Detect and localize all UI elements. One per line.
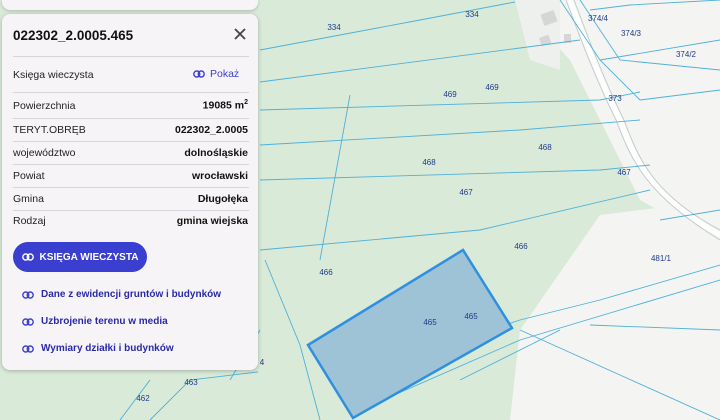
link-icon [22, 317, 34, 326]
row-label-teryt: TERYT.OBRĘB [13, 124, 86, 136]
parcel-number-label: 468 [422, 158, 436, 167]
parcel-number-label: 469 [443, 90, 457, 99]
area-unit-sup: 2 [244, 99, 248, 106]
link-label: Wymiary działki i budynków [41, 343, 174, 354]
row-value-county: wrocławski [191, 170, 248, 182]
link-icon [21, 253, 34, 261]
parcel-info-panel: 022302_2.0005.465 Księga wieczysta Pokaż… [2, 14, 258, 370]
show-link-label: Pokaż [210, 68, 240, 80]
parcel-number-label: 462 [136, 394, 150, 403]
parcel-number-label: 334 [465, 10, 479, 19]
link-label: Dane z ewidencji gruntów i budynków [41, 289, 222, 300]
row-value-teryt: 022302_2.0005 [175, 124, 248, 136]
parcel-number-label: 374/3 [621, 29, 642, 38]
divider [13, 141, 249, 142]
parcel-number-label: 463 [184, 378, 198, 387]
area-value: 19085 m [202, 99, 245, 112]
link-dimensions[interactable]: Wymiary działki i budynków [22, 343, 174, 354]
ksiega-label: Księga wieczysta [13, 69, 94, 81]
parcel-number-label: 467 [459, 188, 473, 197]
row-value-voivodeship: dolnośląskie [184, 147, 248, 159]
parcel-number-label: 481/1 [651, 254, 672, 263]
parcel-number-label: 374/2 [676, 50, 697, 59]
parcel-number-label: 374/4 [588, 14, 609, 23]
parcel-number-label: 469 [485, 83, 499, 92]
parcel-number-label: 465 [423, 318, 437, 327]
row-label-commune: Gmina [13, 193, 44, 205]
divider [13, 210, 249, 211]
divider [13, 164, 249, 165]
row-value-area: 19085 m2 [203, 99, 248, 112]
parcel-number-label: 4 [260, 358, 265, 367]
parcel-number-label: 466 [514, 242, 528, 251]
row-label-area: Powierzchnia [13, 100, 76, 112]
parcel-title: 022302_2.0005.465 [13, 28, 134, 43]
top-card-edge [2, 0, 258, 10]
ksiega-wieczysta-button[interactable]: KSIĘGA WIECZYSTA [13, 242, 147, 272]
parcel-number-label: 465 [464, 312, 478, 321]
ksiega-button-label: KSIĘGA WIECZYSTA [39, 251, 139, 263]
link-land-registry-data[interactable]: Dane z ewidencji gruntów i budynków [22, 289, 221, 300]
row-label-voivodeship: województwo [13, 147, 76, 159]
divider [13, 92, 249, 93]
row-value-type: gmina wiejska [176, 215, 248, 227]
link-utilities[interactable]: Uzbrojenie terenu w media [22, 316, 168, 327]
parcel-number-label: 467 [617, 168, 631, 177]
row-value-commune: Długołęka [197, 193, 248, 205]
row-label-county: Powiat [13, 170, 45, 182]
parcel-number-label: 468 [538, 143, 552, 152]
divider [13, 187, 249, 188]
show-ksiega-link[interactable]: Pokaż [193, 68, 239, 80]
parcel-number-label: 466 [319, 268, 333, 277]
parcel-number-label: 334 [327, 23, 341, 32]
link-icon [22, 290, 34, 299]
link-icon [193, 70, 205, 78]
link-label: Uzbrojenie terenu w media [41, 316, 168, 327]
parcel-number-label: 373 [608, 94, 622, 103]
divider [13, 56, 249, 57]
divider [13, 118, 249, 119]
row-label-type: Rodzaj [13, 215, 46, 227]
link-icon [22, 344, 34, 353]
close-icon[interactable] [233, 27, 247, 41]
